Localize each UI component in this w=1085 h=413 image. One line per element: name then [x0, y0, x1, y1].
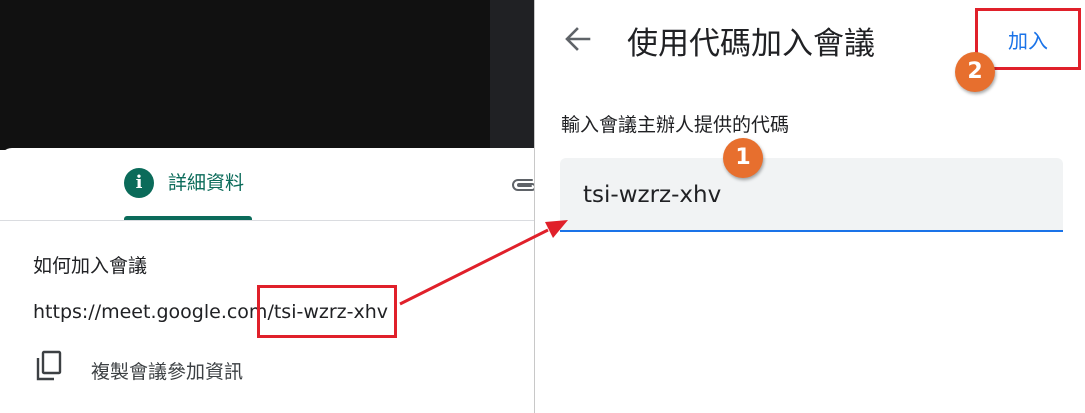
meeting-code-highlight-box: [257, 285, 397, 338]
tabs-divider: [0, 220, 534, 221]
meeting-code-input[interactable]: tsi-wzrz-xhv: [560, 158, 1063, 232]
page-title: 使用代碼加入會議: [627, 26, 875, 62]
video-area: [0, 0, 534, 150]
details-sheet: i 詳細資料 如何加入會議 https://meet.google.com/ts…: [0, 148, 534, 413]
step-1-badge: 1: [723, 138, 763, 178]
step-2-badge: 2: [955, 52, 995, 92]
video-strip: [490, 0, 534, 150]
info-icon: i: [124, 168, 154, 198]
tab-details[interactable]: i 詳細資料: [124, 168, 244, 220]
tab-details-label: 詳細資料: [168, 172, 245, 194]
copy-meeting-info-button[interactable]: 複製會議參加資訊: [91, 357, 243, 384]
meeting-code-value: tsi-wzrz-xhv: [583, 182, 722, 208]
copy-icon[interactable]: [34, 350, 64, 382]
back-arrow-icon[interactable]: [563, 24, 593, 54]
meeting-link-prefix: https://meet.google.com/: [33, 301, 274, 323]
attachment-icon[interactable]: [508, 174, 534, 194]
meeting-details-panel: i 詳細資料 如何加入會議 https://meet.google.com/ts…: [0, 0, 534, 413]
code-input-label: 輸入會議主辦人提供的代碼: [561, 114, 790, 136]
how-to-join-title: 如何加入會議: [33, 255, 148, 277]
join-with-code-panel: 使用代碼加入會議 加入 輸入會議主辦人提供的代碼 tsi-wzrz-xhv: [534, 0, 1085, 413]
